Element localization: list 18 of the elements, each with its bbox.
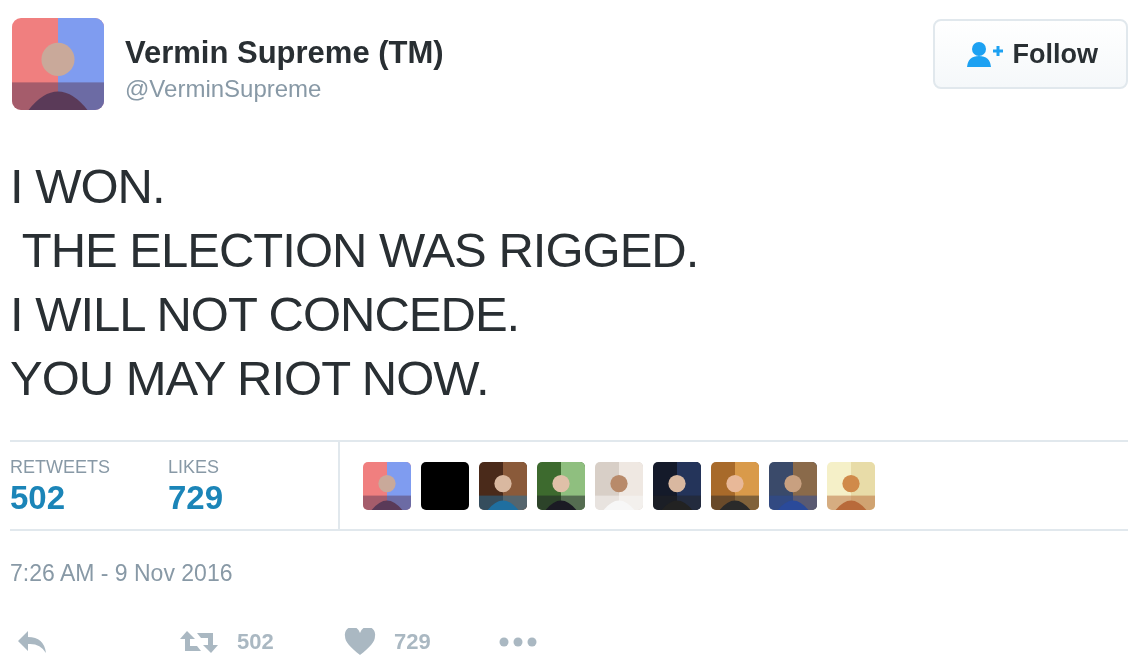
author-handle: @VerminSupreme (125, 74, 323, 104)
blank-avatar (421, 461, 469, 510)
timestamp: 7:26 AM - 9 Nov 2016 (10, 559, 234, 588)
follow-button[interactable]: Follow (932, 19, 1128, 89)
stat-count[interactable]: 502 (10, 478, 110, 518)
stat-label: LIKES (168, 456, 221, 478)
tweet-text: YOU MAY RIOT NOW. (10, 350, 490, 407)
tweet-text: THE ELECTION WAS RIGGED. (20, 222, 700, 279)
stat-count[interactable]: 729 (168, 478, 224, 518)
heart-icon (344, 628, 376, 656)
reply-icon (16, 629, 48, 655)
retweet-icon (179, 629, 219, 655)
author-name: Vermin Supreme (TM) (125, 34, 445, 72)
stat-label: RETWEETS (10, 456, 110, 478)
tweet-text: I WON. (10, 158, 166, 215)
more-icon (499, 637, 537, 647)
add-user-icon (966, 41, 1003, 67)
tweet-text: I WILL NOT CONCEDE. (10, 286, 521, 343)
